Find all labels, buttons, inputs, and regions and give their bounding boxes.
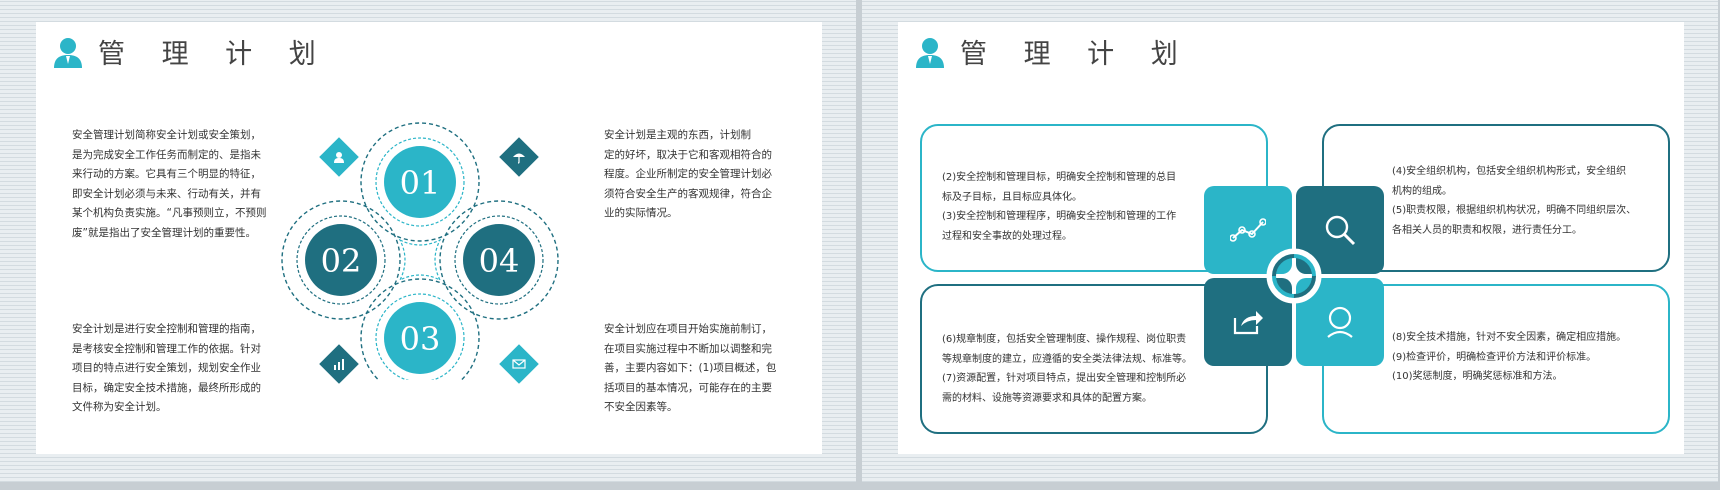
umbrella-icon xyxy=(513,153,525,164)
chart-line-icon xyxy=(1230,218,1266,242)
text-measures: (8)安全技术措施，针对不安全因素，确定相应措施。 (9)检查评价，明确检查评价… xyxy=(1392,332,1627,382)
number-04: 04 xyxy=(479,242,520,280)
user-icon xyxy=(1327,306,1353,338)
number-03: 03 xyxy=(400,320,441,358)
share-icon xyxy=(1233,311,1263,335)
number-01: 01 xyxy=(400,164,441,202)
number-02: 02 xyxy=(321,242,362,280)
text-organization: (4)安全组织机构，包括安全组织机构形式，安全组织 机构的组成。 (5)职责权限… xyxy=(1392,166,1637,236)
right-slide: 管 理 计 划 (2)安全控制和管理目标，明确安全控制和管理的总目 标及子目标，… xyxy=(862,0,1718,482)
right-title-bar: 管 理 计 划 xyxy=(912,32,1192,71)
paragraph-guide: 安全计划是进行安全控制和管理的指南， 是考核安全控制和管理工作的依据。针对 项目… xyxy=(72,323,261,413)
bar-chart-icon xyxy=(334,359,344,370)
paragraph-contents: 安全计划应在项目开始实施前制订， 在项目实施过程中不断加以调整和完 善，主要内容… xyxy=(604,323,777,413)
left-slide: 管 理 计 划 安全管理计划简称安全计划或安全策划， 是为完成安全工作任务而制定… xyxy=(0,0,856,482)
cycle-arrows-icon xyxy=(1266,248,1322,304)
magnifier-icon xyxy=(1325,215,1356,246)
paragraph-intro: 安全管理计划简称安全计划或安全策划， 是为完成安全工作任务而制定的、是指未 来行… xyxy=(72,129,267,239)
person-icon xyxy=(54,37,82,68)
text-rules-resources: (6)规章制度，包括安全管理制度、操作规程、岗位职责 等规章制度的建立，应遵循的… xyxy=(942,334,1192,404)
text-goals-procedure: (2)安全控制和管理目标，明确安全控制和管理的总目 标及子目标，且目标应具体化。… xyxy=(942,172,1177,242)
person-icon xyxy=(916,37,944,68)
left-title-bar: 管 理 计 划 xyxy=(50,32,330,71)
paragraph-subjective: 安全计划是主观的东西，计划制 定的好坏，取决于它和客观相符合的 程度。企业所制定… xyxy=(604,129,772,219)
page-title: 管 理 计 划 xyxy=(960,39,1192,70)
page-title: 管 理 计 划 xyxy=(98,39,330,70)
mail-icon xyxy=(512,359,526,369)
user-small-icon xyxy=(334,152,344,163)
